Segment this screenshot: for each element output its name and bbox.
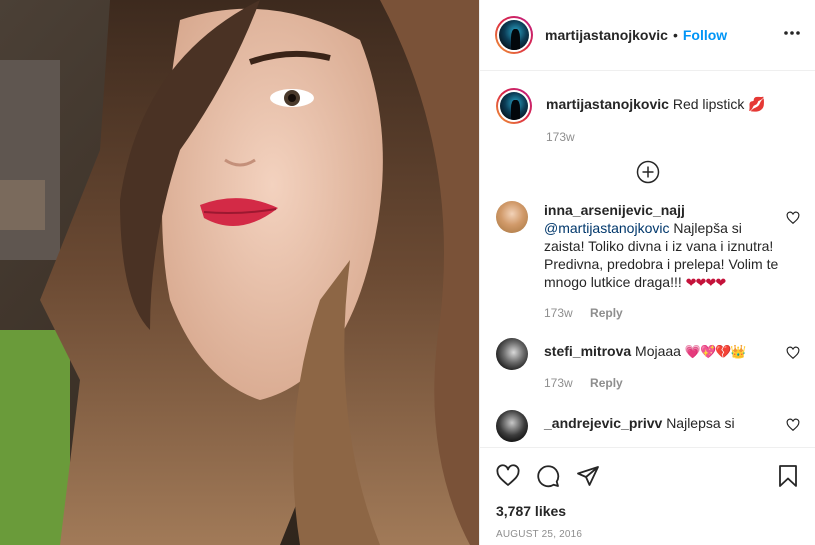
post-actions: 3,787 likes AUGUST 25, 2016	[480, 447, 815, 545]
caption-text: Red lipstick 💋	[672, 96, 766, 112]
like-comment-icon[interactable]	[786, 418, 800, 432]
bookmark-icon[interactable]	[776, 464, 800, 488]
comment-username[interactable]: stefi_mitrova	[544, 343, 631, 359]
comment-time[interactable]: 173w	[544, 306, 573, 320]
comment-text: Najlepsa si	[666, 415, 735, 431]
hearts-emoji: 💗💖💔👑	[684, 344, 747, 359]
comment-mention[interactable]: @martijastanojkovic	[544, 220, 669, 236]
load-more-comments-icon[interactable]	[636, 160, 660, 184]
caption-username[interactable]: martijastanojkovic	[546, 96, 669, 112]
comment-avatar[interactable]	[496, 338, 528, 370]
comment-bubble-icon[interactable]	[536, 464, 560, 488]
selfie-image	[0, 0, 479, 545]
caption-avatar[interactable]	[496, 88, 532, 124]
follow-button[interactable]: Follow	[683, 27, 727, 43]
comment-text: Mojaaa	[635, 343, 685, 359]
like-comment-icon[interactable]	[786, 211, 800, 225]
post-header: martijastanojkovic • Follow	[480, 0, 815, 71]
post-sidebar: martijastanojkovic • Follow martijastano…	[479, 0, 815, 545]
reply-button[interactable]: Reply	[590, 306, 623, 320]
comments-list[interactable]: martijastanojkovic Red lipstick 💋 173w i…	[480, 72, 815, 447]
comment-username[interactable]: inna_arsenijevic_najj	[544, 202, 685, 218]
likes-count[interactable]: 3,787 likes	[496, 503, 800, 519]
separator-dot: •	[672, 27, 678, 43]
reply-button[interactable]: Reply	[590, 376, 623, 390]
caption-time[interactable]: 173w	[546, 130, 575, 144]
caption: martijastanojkovic Red lipstick 💋 173w	[496, 88, 800, 146]
comment-username[interactable]: _andrejevic_privv	[544, 415, 662, 431]
author-username[interactable]: martijastanojkovic	[545, 27, 668, 43]
author-avatar[interactable]	[495, 16, 533, 54]
like-heart-icon[interactable]	[496, 464, 520, 488]
comment-avatar[interactable]	[496, 410, 528, 442]
post-photo[interactable]	[0, 0, 479, 545]
comment-avatar[interactable]	[496, 201, 528, 233]
comment-item: _andrejevic_privv Najlepsa si	[496, 410, 800, 442]
more-options-icon[interactable]	[782, 23, 802, 48]
like-comment-icon[interactable]	[786, 346, 800, 360]
comment-time[interactable]: 173w	[544, 376, 573, 390]
share-paper-plane-icon[interactable]	[576, 464, 600, 488]
comment-item: inna_arsenijevic_najj @martijastanojkovi…	[496, 201, 800, 322]
post-date[interactable]: AUGUST 25, 2016	[496, 529, 800, 540]
comment-item: stefi_mitrova Mojaaa 💗💖💔👑 173w Reply	[496, 338, 800, 392]
hearts-emoji: ❤❤❤❤	[685, 275, 727, 290]
